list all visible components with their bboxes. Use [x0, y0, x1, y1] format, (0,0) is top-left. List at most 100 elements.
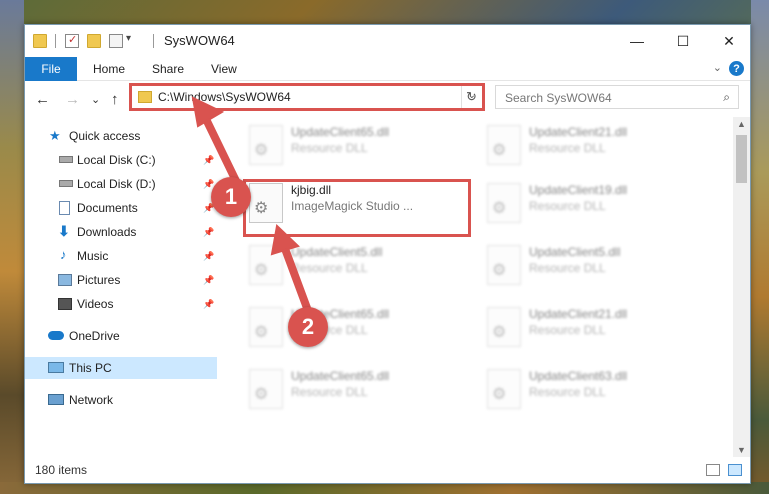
search-box[interactable]: Search SysWOW64 ⌕ — [495, 85, 739, 109]
tab-file[interactable]: File — [25, 57, 77, 81]
documents-icon — [59, 201, 70, 215]
sidebar-item-label: Network — [69, 393, 114, 407]
dll-file-icon — [487, 183, 521, 223]
recent-locations-button[interactable]: ⌄ — [91, 93, 100, 106]
dll-file-icon — [249, 307, 283, 347]
file-name: UpdateClient65.dll — [291, 125, 390, 139]
vertical-scrollbar[interactable]: ▲ ▼ — [733, 117, 750, 457]
navigation-pane: ★ Quick access Local Disk (C:) 📌 Local D… — [25, 117, 217, 457]
dll-file-icon — [487, 307, 521, 347]
close-button[interactable]: ✕ — [706, 25, 752, 57]
sidebar-item-downloads[interactable]: ⬇ Downloads 📌 — [25, 221, 217, 243]
customize-toolbar-icon[interactable] — [109, 34, 123, 48]
dll-file-icon — [249, 369, 283, 409]
title-bar: ▾ SysWOW64 — ☐ ✕ — [25, 25, 750, 57]
dll-file-icon — [249, 245, 283, 285]
maximize-button[interactable]: ☐ — [660, 25, 706, 57]
file-type: Resource DLL — [529, 385, 606, 399]
expand-ribbon-chevron-icon[interactable]: ⌄ — [713, 61, 722, 74]
new-folder-icon[interactable] — [87, 34, 101, 48]
sidebar-item-label: Local Disk (C:) — [77, 153, 156, 167]
file-name: UpdateClient19.dll — [529, 183, 628, 197]
pictures-icon — [58, 274, 72, 286]
dll-file-icon — [487, 369, 521, 409]
sidebar-item-label: This PC — [69, 361, 112, 375]
pin-icon[interactable]: 📌 — [203, 299, 214, 310]
pin-icon[interactable]: 📌 — [203, 227, 214, 238]
sidebar-item-onedrive[interactable]: OneDrive — [25, 325, 217, 347]
sidebar-item-music[interactable]: ♪ Music 📌 — [25, 245, 217, 267]
large-icons-view-icon[interactable] — [728, 464, 742, 476]
file-item[interactable]: UpdateClient65.dll Resource DLL — [245, 365, 465, 413]
status-bar: 180 items — [25, 457, 750, 483]
drive-icon — [59, 156, 73, 163]
file-type: Resource DLL — [529, 199, 606, 213]
pin-icon[interactable]: 📌 — [203, 275, 214, 286]
tab-view[interactable]: View — [211, 57, 237, 81]
pin-icon[interactable]: 📌 — [203, 155, 214, 166]
minimize-button[interactable]: — — [614, 25, 660, 57]
dll-file-icon — [487, 245, 521, 285]
sidebar-item-local-disk-c[interactable]: Local Disk (C:) 📌 — [25, 149, 217, 171]
file-name: UpdateClient21.dll — [529, 125, 628, 139]
network-icon — [48, 394, 64, 405]
divider — [153, 34, 154, 48]
window-title: SysWOW64 — [164, 33, 235, 48]
sidebar-item-label: Pictures — [77, 273, 121, 287]
properties-check-icon[interactable] — [65, 33, 79, 48]
up-button[interactable]: ↑ — [111, 91, 119, 108]
file-type: Resource DLL — [291, 261, 368, 275]
videos-icon — [58, 298, 72, 310]
file-name: UpdateClient65.dll — [291, 369, 390, 383]
file-item[interactable]: UpdateClient21.dll Resource DLL — [483, 303, 703, 351]
folder-icon — [33, 34, 47, 48]
divider — [55, 34, 56, 48]
step-marker-1: 1 — [211, 177, 251, 217]
cloud-icon — [48, 331, 64, 340]
sidebar-item-videos[interactable]: Videos 📌 — [25, 293, 217, 315]
sidebar-item-local-disk-d[interactable]: Local Disk (D:) 📌 — [25, 173, 217, 195]
scroll-down-arrow-icon[interactable]: ▼ — [737, 445, 746, 455]
navigation-bar: ← → ⌄ ↑ C:\Windows\SysWOW64 ⌄ ↻ Search S… — [25, 81, 750, 117]
file-item[interactable]: UpdateClient5.dll Resource DLL — [483, 241, 703, 289]
forward-button[interactable]: → — [65, 91, 80, 108]
file-item[interactable]: UpdateClient65.dll Resource DLL — [245, 121, 465, 169]
sidebar-item-label: Music — [77, 249, 109, 263]
step-marker-2: 2 — [288, 307, 328, 347]
details-view-icon[interactable] — [706, 464, 720, 476]
sidebar-item-network[interactable]: Network — [25, 389, 217, 411]
sidebar-item-pictures[interactable]: Pictures 📌 — [25, 269, 217, 291]
file-item[interactable]: UpdateClient65.dll Resource DLL — [245, 303, 465, 351]
tab-home[interactable]: Home — [93, 57, 125, 81]
scroll-up-arrow-icon[interactable]: ▲ — [737, 119, 746, 129]
desktop-wallpaper-left — [0, 0, 24, 494]
scroll-thumb[interactable] — [736, 135, 747, 183]
sidebar-item-label: Documents — [77, 201, 138, 215]
drive-icon — [59, 180, 73, 187]
search-icon[interactable]: ⌕ — [723, 90, 730, 105]
sidebar-item-quick-access[interactable]: ★ Quick access — [25, 125, 217, 147]
star-icon: ★ — [49, 128, 61, 143]
sidebar-item-documents[interactable]: Documents 📌 — [25, 197, 217, 219]
computer-icon — [48, 362, 64, 373]
chevron-down-icon[interactable]: ▾ — [126, 33, 131, 44]
file-item[interactable]: UpdateClient21.dll Resource DLL — [483, 121, 703, 169]
back-button[interactable]: ← — [35, 91, 50, 108]
tab-share[interactable]: Share — [152, 57, 184, 81]
file-name: UpdateClient63.dll — [529, 369, 628, 383]
highlight-file-box — [243, 179, 471, 237]
file-type: Resource DLL — [529, 261, 606, 275]
file-item[interactable]: UpdateClient19.dll Resource DLL — [483, 179, 703, 227]
help-icon[interactable]: ? — [729, 61, 744, 76]
sidebar-item-label: Quick access — [69, 129, 141, 143]
download-icon: ⬇ — [58, 223, 70, 239]
sidebar-item-this-pc[interactable]: This PC — [25, 357, 217, 379]
file-type: Resource DLL — [529, 323, 606, 337]
pin-icon[interactable]: 📌 — [203, 251, 214, 262]
file-type: Resource DLL — [529, 141, 606, 155]
file-item[interactable]: UpdateClient5.dll Resource DLL — [245, 241, 465, 289]
sidebar-item-label: Videos — [77, 297, 114, 311]
search-input[interactable]: Search SysWOW64 — [505, 91, 612, 105]
highlight-address-box — [129, 83, 485, 111]
file-item[interactable]: UpdateClient63.dll Resource DLL — [483, 365, 703, 413]
